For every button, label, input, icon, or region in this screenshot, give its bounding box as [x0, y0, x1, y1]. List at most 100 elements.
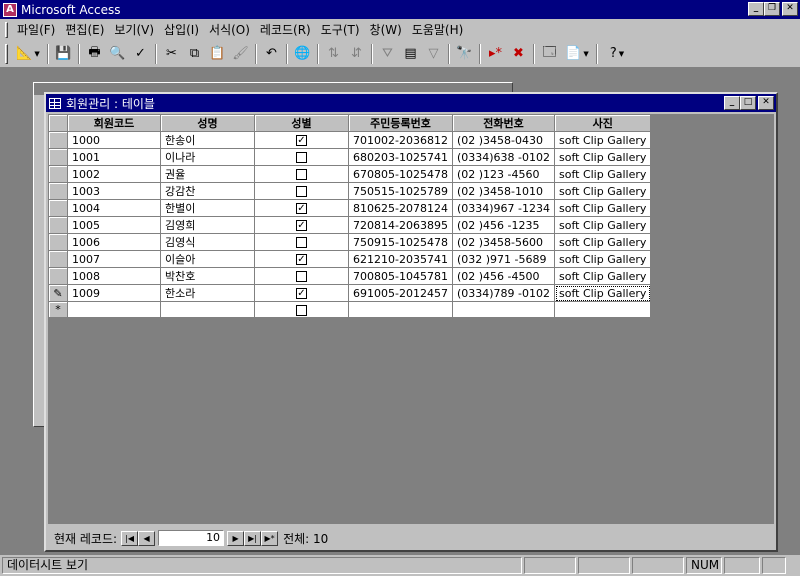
table-row[interactable]: 1006 김영식 750915-1025478 (02 )3458-5600 soft … — [48, 233, 652, 251]
column-header-code[interactable]: 회원코드 — [67, 114, 161, 132]
print-preview-icon[interactable]: 🔍 — [106, 43, 129, 65]
cell-phone[interactable]: (02 )456 -1235 — [451, 216, 556, 234]
datasheet-title-bar[interactable]: 회원관리 : 테이블 _ □ ✕ — [46, 94, 776, 112]
previous-record-button[interactable]: ◀ — [138, 530, 156, 546]
spelling-icon[interactable]: ✓ — [129, 43, 152, 65]
menu-records[interactable]: 레코드(R) — [255, 21, 316, 38]
column-header-photo[interactable]: 사진 — [553, 114, 652, 132]
cell-ssn[interactable]: 680203-1025741 — [348, 148, 453, 166]
cell-gender[interactable]: ✓ — [254, 284, 349, 302]
cell-ssn[interactable]: 750515-1025789 — [348, 182, 453, 200]
minimize-button[interactable]: _ — [748, 2, 764, 16]
record-selector[interactable] — [48, 267, 68, 285]
cell-name[interactable]: 한송이 — [160, 131, 255, 149]
cell-code[interactable]: 1005 — [67, 216, 161, 234]
design-view-icon[interactable]: 📐 ▼ — [12, 43, 44, 65]
cell-ssn[interactable]: 670805-1025478 — [348, 165, 453, 183]
cell-gender[interactable] — [254, 148, 349, 166]
sort-ascending-icon[interactable]: ⇅ — [322, 43, 345, 65]
filter-by-form-icon[interactable]: ▤ — [399, 43, 422, 65]
next-record-button[interactable]: ▶ — [227, 530, 245, 546]
delete-record-icon[interactable]: ✖ — [507, 43, 530, 65]
help-icon[interactable]: ? ▼ — [601, 43, 633, 65]
record-selector[interactable]: ✎ — [48, 284, 68, 302]
cell-name[interactable]: 이슬아 — [160, 250, 255, 268]
cell-name[interactable]: 강감찬 — [160, 182, 255, 200]
gender-checkbox[interactable] — [296, 152, 307, 163]
column-header-ssn[interactable]: 주민등록번호 — [348, 114, 453, 132]
new-record-cell[interactable] — [451, 301, 556, 318]
cell-photo[interactable]: soft Clip Gallery — [553, 131, 652, 149]
table-row[interactable]: 1004 한별이 ✓ 810625-2078124 (0334)967 -1234 sof… — [48, 199, 652, 217]
cell-ssn[interactable]: 810625-2078124 — [348, 199, 453, 217]
cell-photo[interactable]: soft Clip Gallery — [553, 148, 652, 166]
new-record-icon[interactable]: ▸* — [484, 43, 507, 65]
record-number-input[interactable]: 10 — [158, 530, 225, 546]
record-selector[interactable] — [48, 216, 68, 234]
gender-checkbox[interactable] — [296, 169, 307, 180]
cell-name[interactable]: 김영희 — [160, 216, 255, 234]
cell-photo[interactable]: soft Clip Gallery — [553, 165, 652, 183]
cell-code[interactable]: 1008 — [67, 267, 161, 285]
sort-descending-icon[interactable]: ⇵ — [345, 43, 368, 65]
format-painter-icon[interactable]: 🖌 — [229, 43, 252, 65]
cell-phone[interactable]: (0334)789 -0102 — [451, 284, 556, 302]
cell-ssn[interactable]: 621210-2035741 — [348, 250, 453, 268]
new-record-cell[interactable] — [348, 301, 453, 318]
gender-checkbox[interactable] — [296, 304, 307, 316]
new-record-cell[interactable] — [553, 301, 652, 318]
table-row[interactable]: 1002 권율 670805-1025478 (02 )123 -4560 soft C… — [48, 165, 652, 183]
new-record-nav-button[interactable]: ▶* — [261, 530, 279, 546]
apply-filter-icon[interactable]: ▽ — [422, 43, 445, 65]
table-row[interactable]: 1003 강감찬 750515-1025789 (02 )3458-1010 soft … — [48, 182, 652, 200]
cell-code[interactable]: 1002 — [67, 165, 161, 183]
cell-phone[interactable]: (02 )456 -4500 — [451, 267, 556, 285]
table-row[interactable]: 1005 김영희 ✓ 720814-2063895 (02 )456 -1235 soft… — [48, 216, 652, 234]
cell-phone[interactable]: (0334)967 -1234 — [451, 199, 556, 217]
restore-button[interactable]: ❐ — [764, 2, 780, 16]
cell-gender[interactable] — [254, 182, 349, 200]
menu-file[interactable]: 파일(F) — [12, 21, 60, 38]
menu-insert[interactable]: 삽입(I) — [159, 21, 204, 38]
cell-name[interactable]: 김영식 — [160, 233, 255, 251]
cell-photo[interactable]: soft Clip Gallery — [553, 182, 652, 200]
record-selector[interactable] — [48, 233, 68, 251]
cell-code[interactable]: 1001 — [67, 148, 161, 166]
cell-ssn[interactable]: 700805-1045781 — [348, 267, 453, 285]
print-icon[interactable]: 🖶 — [83, 43, 106, 65]
cell-phone[interactable]: (0334)638 -0102 — [451, 148, 556, 166]
column-header-phone[interactable]: 전화번호 — [451, 114, 556, 132]
cell-code[interactable]: 1003 — [67, 182, 161, 200]
new-record-row[interactable]: * — [48, 301, 652, 318]
database-window-icon[interactable]: 🗔 — [538, 43, 561, 65]
cell-code[interactable]: 1004 — [67, 199, 161, 217]
new-record-selector[interactable]: * — [48, 301, 68, 318]
cell-gender[interactable] — [254, 165, 349, 183]
cell-name[interactable]: 권율 — [160, 165, 255, 183]
toolbar-grip[interactable] — [5, 43, 8, 64]
cell-code[interactable]: 1000 — [67, 131, 161, 149]
find-icon[interactable]: 🔭 — [453, 43, 476, 65]
cell-phone[interactable]: (02 )3458-0430 — [451, 131, 556, 149]
menu-window[interactable]: 창(W) — [365, 21, 407, 38]
first-record-button[interactable]: |◀ — [121, 530, 139, 546]
cell-photo[interactable]: soft Clip Gallery — [553, 284, 652, 302]
gender-checkbox[interactable] — [296, 271, 307, 282]
new-record-cell[interactable] — [160, 301, 255, 318]
copy-icon[interactable]: ⧉ — [183, 43, 206, 65]
datasheet-maximize-button[interactable]: □ — [740, 96, 756, 110]
record-selector[interactable] — [48, 165, 68, 183]
cell-phone[interactable]: (02 )3458-5600 — [451, 233, 556, 251]
cell-ssn[interactable]: 701002-2036812 — [348, 131, 453, 149]
gender-checkbox[interactable]: ✓ — [296, 135, 307, 146]
new-object-icon[interactable]: 📄 ▼ — [561, 43, 593, 65]
cell-gender[interactable]: ✓ — [254, 216, 349, 234]
cell-gender[interactable] — [254, 233, 349, 251]
menu-edit[interactable]: 편집(E) — [60, 21, 109, 38]
cell-name[interactable]: 이나라 — [160, 148, 255, 166]
cell-photo[interactable]: soft Clip Gallery — [553, 267, 652, 285]
last-record-button[interactable]: ▶| — [244, 530, 262, 546]
table-row[interactable]: ✎ 1009 한소라 ✓ 691005-2012457 (0334)789 -0102 so… — [48, 284, 652, 302]
paste-icon[interactable]: 📋 — [206, 43, 229, 65]
filter-by-selection-icon[interactable]: ⛛ — [376, 43, 399, 65]
